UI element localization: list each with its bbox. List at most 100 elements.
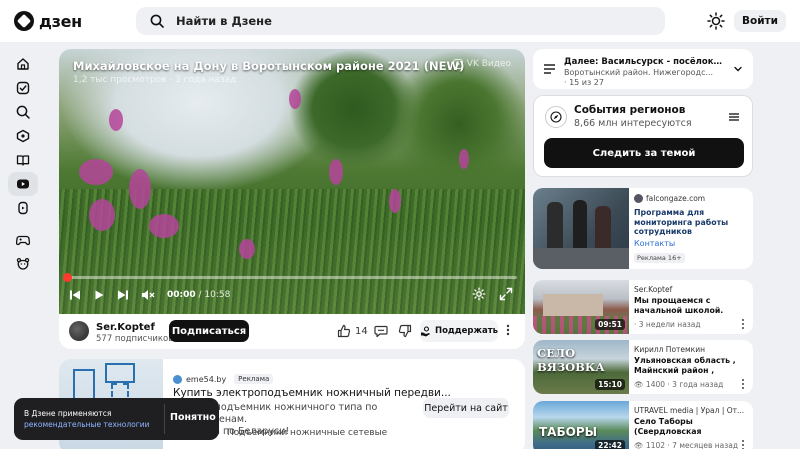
thumbs-up-icon: [337, 324, 351, 338]
recommended-thumbnail[interactable]: СЕЛО ВЯЗОВКА 15:10: [533, 340, 629, 394]
more-vertical-icon[interactable]: [739, 318, 747, 330]
falcongaze-favicon-icon: [634, 194, 643, 203]
recommended-title[interactable]: Ульяновская область , Майнский район , с…: [634, 356, 746, 376]
video-progress-handle[interactable]: [63, 273, 72, 282]
sidebar-ad-domain: falcongaze.com: [646, 194, 706, 203]
video-title: Михайловское на Дону в Воротынском район…: [73, 59, 465, 73]
video-frame-flower: [459, 149, 469, 169]
mute-icon[interactable]: [141, 289, 155, 301]
compass-icon: [545, 106, 567, 128]
cookie-link[interactable]: рекомендательные технологии: [24, 419, 149, 430]
topic-card: События регионов 8,66 млн интересуются С…: [533, 95, 753, 177]
more-vertical-icon[interactable]: [502, 323, 514, 337]
rail-search[interactable]: [8, 100, 38, 124]
cookie-divider: [164, 404, 165, 434]
video-frame-flower: [89, 199, 115, 231]
settings-gear-icon[interactable]: [472, 287, 486, 301]
rail-games[interactable]: [8, 228, 38, 252]
ad-lift-shape: [105, 363, 135, 383]
video-progress-bar[interactable]: [63, 273, 517, 282]
recommended-video[interactable]: 09:51 Ser.Koptef Мы прощаемся с начально…: [533, 280, 753, 334]
recommended-thumbnail[interactable]: ТАБОРЫ 22:42: [533, 401, 629, 449]
cookie-accept-button[interactable]: Понятно: [170, 412, 216, 423]
login-button[interactable]: Войти: [734, 10, 786, 32]
recommended-channel[interactable]: Кирилл Потемкин: [634, 345, 746, 354]
sidebar-ad[interactable]: falcongaze.com Программа для мониторинга…: [533, 188, 753, 269]
sidebar-ad-link[interactable]: Контакты: [634, 239, 675, 248]
follow-topic-button[interactable]: Следить за темой: [544, 138, 744, 168]
thumbs-down-icon[interactable]: [398, 324, 412, 338]
like-button[interactable]: 14: [337, 324, 368, 338]
recommended-video[interactable]: СЕЛО ВЯЗОВКА 15:10 Кирилл Потемкин Ульян…: [533, 340, 753, 394]
recommended-title[interactable]: Село Таборы (Свердловская область)! «Нав…: [634, 417, 746, 437]
rail-subscriptions[interactable]: [8, 76, 38, 100]
sidebar-ad-badge: Реклама 16+: [634, 253, 685, 263]
zen-logo[interactable]: дзен: [14, 11, 82, 31]
video-time: 00:00 / 10:58: [167, 290, 231, 300]
theme-toggle-sun-icon[interactable]: [707, 12, 725, 30]
thumb-building: [543, 294, 603, 316]
recommended-title[interactable]: Мы прощаемся с начальной школой.(2025г).…: [634, 296, 746, 316]
channel-name[interactable]: Ser.Koptef: [96, 322, 155, 333]
gamepad-icon: [16, 235, 30, 246]
playlist-next-card[interactable]: Далее: Васильсурск - посёлок в... Вороты…: [533, 49, 753, 89]
video-frame-flower: [289, 89, 301, 109]
rail-reading[interactable]: [8, 148, 38, 172]
logo-text: дзен: [39, 11, 82, 31]
sidebar-ad-source: falcongaze.com: [634, 194, 705, 203]
ad-image-figure: [573, 200, 587, 252]
ad-source: eme54.by Реклама: [173, 374, 274, 384]
thumb-overlay-text: ТАБОРЫ: [539, 425, 598, 439]
play-icon[interactable]: [93, 289, 105, 301]
recommended-meta-text: 3 недели назад: [638, 320, 701, 329]
search-icon: [16, 105, 30, 119]
video-frame-flower: [389, 189, 401, 213]
vk-video-brand: VK Видео: [452, 59, 511, 69]
more-vertical-icon[interactable]: [739, 439, 747, 449]
sidebar-ad-title[interactable]: Программа для мониторинга работы сотрудн…: [634, 208, 749, 237]
support-button[interactable]: Поддержать: [420, 320, 498, 342]
time-current: 00:00: [167, 290, 196, 300]
video-frame-flower: [149, 214, 179, 238]
recommended-thumbnail[interactable]: 09:51: [533, 280, 629, 334]
video-views-date: 1,2 тыс просмотров · 3 года назад: [73, 75, 237, 85]
rail-kids[interactable]: [8, 252, 38, 276]
fullscreen-icon[interactable]: [499, 287, 513, 301]
subscribe-button[interactable]: Подписаться: [169, 320, 249, 342]
recommended-video[interactable]: ТАБОРЫ 22:42 UTRAVEL media | Урал | От..…: [533, 401, 753, 449]
rail-home[interactable]: [8, 52, 38, 76]
search-icon: [150, 14, 164, 28]
recommended-channel[interactable]: Ser.Koptef: [634, 285, 746, 294]
search-placeholder: Найти в Дзене: [176, 14, 272, 28]
video-player-card: Михайловское на Дону в Воротынском район…: [59, 49, 525, 349]
menu-icon[interactable]: [728, 112, 740, 122]
ad-image-floor: [533, 248, 629, 269]
rail-video[interactable]: [8, 172, 38, 196]
cookie-text: В Дзене применяются рекомендательные тех…: [24, 408, 149, 430]
previous-icon[interactable]: [69, 289, 81, 301]
next-title: Далее: Васильсурск - посёлок в...: [564, 57, 724, 67]
more-vertical-icon[interactable]: [739, 378, 747, 390]
recommended-channel[interactable]: UTRAVEL media | Урал | От...: [634, 406, 746, 415]
rail-shorts[interactable]: [8, 196, 38, 220]
vk-video-label: VK Видео: [466, 59, 511, 69]
video-frame-flower: [129, 169, 151, 209]
ad-title[interactable]: Купить электроподъемник ножничный передв…: [173, 387, 451, 399]
video-player[interactable]: Михайловское на Дону в Воротынском район…: [59, 49, 525, 314]
next-icon[interactable]: [117, 289, 129, 301]
rail-articles[interactable]: [8, 124, 38, 148]
ad-cta-button[interactable]: Перейти на сайт: [423, 398, 509, 418]
bear-icon: [16, 258, 30, 270]
video-duration: 15:10: [595, 379, 625, 390]
search-input[interactable]: Найти в Дзене: [136, 7, 665, 35]
ad-domain: eme54.by: [186, 374, 227, 384]
video-controls: 00:00 / 10:58: [69, 287, 230, 303]
ad-extra-text: Подъемники ножничные сетевые: [227, 428, 388, 438]
sidebar-ad-image[interactable]: [533, 188, 629, 269]
topic-title[interactable]: События регионов: [574, 104, 685, 116]
comment-icon[interactable]: [374, 324, 388, 338]
chevron-down-icon[interactable]: [733, 64, 743, 74]
left-rail: [8, 50, 38, 276]
book-icon: [16, 155, 30, 166]
channel-avatar[interactable]: [69, 321, 89, 341]
